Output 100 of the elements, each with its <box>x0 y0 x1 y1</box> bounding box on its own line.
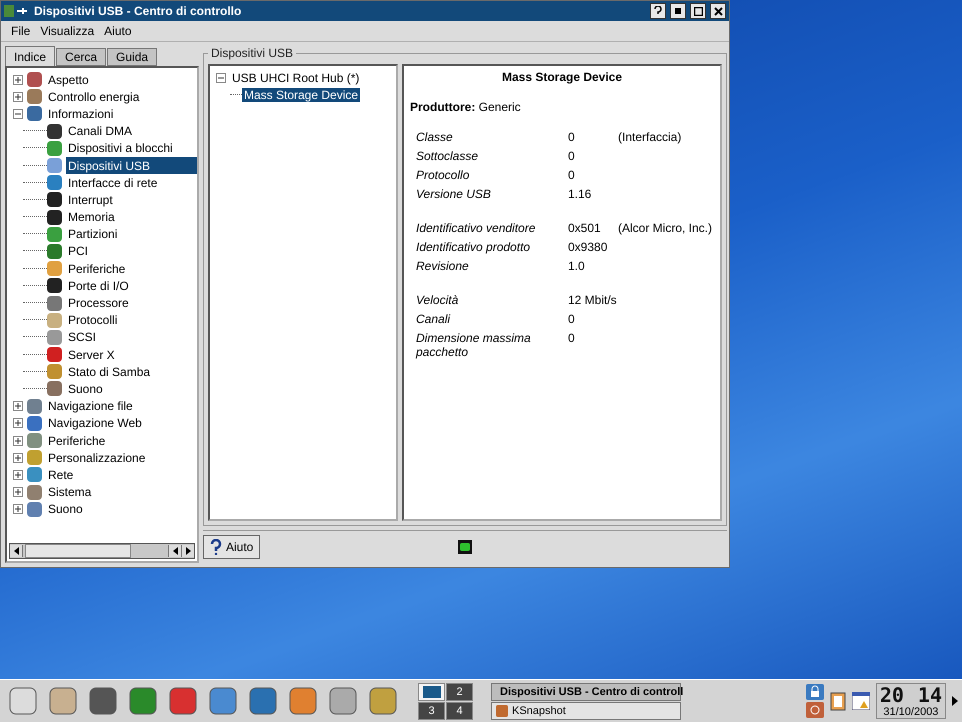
tree-item[interactable]: Periferiche <box>46 434 108 448</box>
help-icon[interactable] <box>650 3 666 19</box>
calendar-icon[interactable] <box>852 692 870 710</box>
tree-item[interactable]: Canali DMA <box>66 124 134 138</box>
tab[interactable]: Indice <box>5 46 56 66</box>
minimize-icon[interactable] <box>670 3 686 19</box>
power-icon[interactable] <box>806 702 824 718</box>
desktop-button[interactable]: 3 <box>418 702 445 720</box>
tree-item[interactable]: Sistema <box>46 485 94 500</box>
launcher-icon[interactable] <box>328 686 358 716</box>
tree-item[interactable]: Aspetto <box>46 72 91 87</box>
status-icon <box>458 540 472 554</box>
tree-item[interactable]: Suono <box>66 382 105 396</box>
tree-item[interactable]: Navigazione file <box>46 399 135 414</box>
launcher-icon[interactable] <box>128 686 158 716</box>
menu-item[interactable]: File <box>11 24 30 38</box>
launcher-icon[interactable] <box>8 686 38 716</box>
tree-item[interactable]: Partizioni <box>66 227 120 242</box>
property-label: Sottoclasse <box>416 149 480 163</box>
tree-item[interactable]: Personalizzazione <box>46 450 148 465</box>
tree-item[interactable]: Controllo energia <box>46 90 142 104</box>
close-icon[interactable] <box>710 3 726 19</box>
launcher-icon[interactable] <box>368 686 398 716</box>
tree-item[interactable]: SCSI <box>66 330 98 344</box>
expander-icon[interactable] <box>13 436 23 446</box>
right-arrow-icon[interactable] <box>186 547 190 555</box>
property-value: 0 <box>568 168 576 182</box>
expander-icon[interactable] <box>13 74 23 85</box>
expander-icon[interactable] <box>13 418 23 428</box>
left-arrow-icon[interactable] <box>14 547 18 555</box>
device-title: Mass Storage Device <box>500 70 624 84</box>
tree-item[interactable]: Navigazione Web <box>46 416 144 430</box>
tree-item[interactable]: Interfacce di rete <box>66 176 160 190</box>
left-arrow-icon[interactable] <box>172 547 178 555</box>
launcher-icon[interactable] <box>248 686 278 716</box>
lock-icon[interactable] <box>806 684 824 700</box>
property-note: (Alcor Micro, Inc.) <box>618 221 714 235</box>
property-value: 0 <box>568 312 576 326</box>
expander-icon[interactable] <box>13 504 23 514</box>
tree-item[interactable]: Mass Storage Device <box>242 88 360 102</box>
tree-item[interactable]: Stato di Samba <box>66 364 152 379</box>
tree-item[interactable]: Memoria <box>66 210 117 224</box>
tree-item[interactable]: USB UHCI Root Hub (*) <box>230 70 362 85</box>
desktop-button[interactable]: 4 <box>446 702 473 720</box>
maximize-icon[interactable] <box>690 3 706 19</box>
property-value: 0 <box>568 331 576 347</box>
property-label: Canali <box>416 312 452 326</box>
tree-item[interactable]: Processore <box>66 296 131 310</box>
property-label: Classe <box>416 130 454 144</box>
property-value: 12 Mbit/s <box>568 293 618 307</box>
tab[interactable]: Guida <box>107 48 158 66</box>
menu-item[interactable]: Aiuto <box>104 24 132 38</box>
tree-item[interactable]: Interrupt <box>66 192 115 207</box>
tree-item[interactable]: PCI <box>66 244 90 258</box>
help-button[interactable]: Aiuto <box>203 535 260 559</box>
expander-icon[interactable] <box>13 452 23 463</box>
task-button[interactable]: KSnapshot <box>491 702 681 720</box>
property-label: Identificativo venditore <box>416 221 536 235</box>
property-label: Versione USB <box>416 187 492 201</box>
property-label: Velocità <box>416 293 460 307</box>
property-value: 1.0 <box>568 259 586 273</box>
launcher-icon[interactable] <box>168 686 198 716</box>
arrow-icon[interactable] <box>952 696 958 706</box>
property-note: (Interfaccia) <box>618 130 682 144</box>
window-thumbnail-icon <box>422 686 440 698</box>
tree-item[interactable]: Suono <box>46 502 85 516</box>
expander-icon[interactable] <box>216 72 226 83</box>
clock[interactable]: 20 14 31/10/2003 <box>876 683 946 719</box>
desktop-button[interactable] <box>418 682 445 700</box>
expander-icon[interactable] <box>13 108 23 119</box>
tree-item[interactable]: Dispositivi a blocchi <box>66 141 175 156</box>
tree-item[interactable]: Porte di I/O <box>66 278 131 293</box>
launcher-icon[interactable] <box>48 686 78 716</box>
manufacturer-text: Produttore: Generic <box>410 100 522 114</box>
group-title: Dispositivi USB <box>210 46 294 60</box>
tree-item[interactable]: Protocolli <box>66 313 120 328</box>
property-label: Revisione <box>416 259 470 273</box>
expander-icon[interactable] <box>13 487 23 498</box>
tree-item[interactable]: Dispositivi USB <box>66 158 152 173</box>
launcher-icon[interactable] <box>208 686 238 716</box>
clock-date: 31/10/2003 <box>883 706 938 718</box>
tree-item[interactable]: Server X <box>66 348 117 362</box>
horizontal-scrollbar[interactable] <box>9 543 195 559</box>
expander-icon[interactable] <box>13 401 23 412</box>
menu-item[interactable]: Visualizza <box>40 24 94 38</box>
app-icon <box>496 704 508 716</box>
clock-minutes: 14 <box>918 684 942 706</box>
expander-icon[interactable] <box>13 92 23 102</box>
launcher-icon[interactable] <box>88 686 118 716</box>
desktop-button[interactable]: 2 <box>446 682 473 700</box>
property-label: Protocollo <box>416 168 470 182</box>
tab[interactable]: Cerca <box>56 48 106 66</box>
expander-icon[interactable] <box>13 470 23 480</box>
tree-item[interactable]: Periferiche <box>66 262 128 276</box>
question-mark-icon <box>210 539 222 555</box>
clipboard-icon[interactable] <box>830 691 846 711</box>
tree-item[interactable]: Informazioni <box>46 106 116 121</box>
task-button[interactable]: Dispositivi USB - Centro di controll <box>491 682 681 700</box>
launcher-icon[interactable] <box>288 686 318 716</box>
tree-item[interactable]: Rete <box>46 468 76 482</box>
